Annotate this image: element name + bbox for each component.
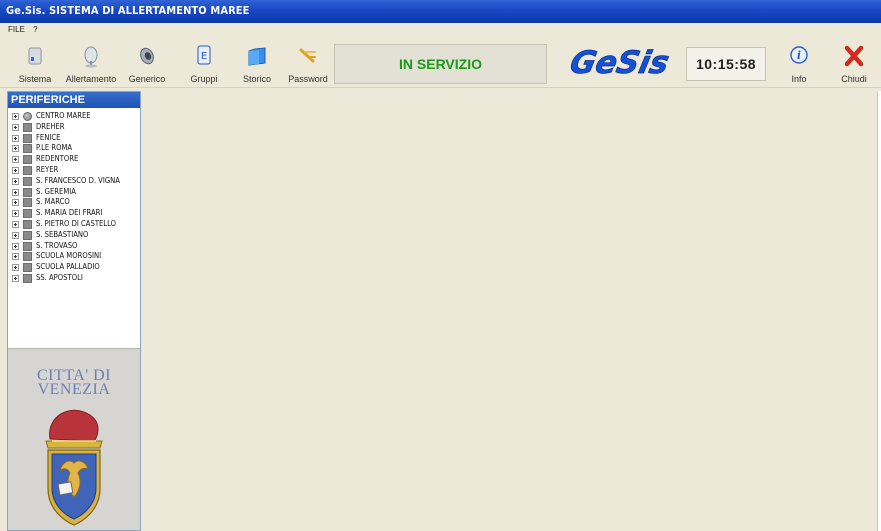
chiudi-button[interactable]: Chiudi <box>836 40 872 84</box>
svg-text:i: i <box>797 49 801 62</box>
tree-item[interactable]: FENICE <box>11 133 140 144</box>
tree-item[interactable]: S. MARCO <box>11 197 140 208</box>
station-node-icon <box>23 198 32 208</box>
expand-icon[interactable] <box>12 210 19 218</box>
venice-coat-of-arms-icon <box>45 409 103 526</box>
expand-icon[interactable] <box>12 134 19 142</box>
station-node-icon <box>23 187 32 197</box>
clock-display: 10:15:58 <box>686 47 766 81</box>
expand-icon[interactable] <box>12 199 19 207</box>
storico-button-label: Storico <box>242 74 271 84</box>
tree-item[interactable]: S. TROVASO <box>11 241 140 252</box>
expand-icon[interactable] <box>12 274 19 282</box>
tree-item[interactable]: SS. APOSTOLI <box>11 273 140 284</box>
city-name-text: CITTA' DI VENEZIA <box>8 368 140 398</box>
tree-item[interactable]: S. GEREMIA <box>11 187 140 198</box>
info-button-label: Info <box>791 74 807 84</box>
password-button[interactable]: Password <box>284 40 332 84</box>
station-node-icon <box>23 209 32 219</box>
close-icon <box>844 45 864 67</box>
alert-icon <box>84 46 98 68</box>
main-content-area <box>143 91 881 531</box>
tree-item[interactable]: SCUOLA MOROSINI <box>11 251 140 262</box>
expand-icon[interactable] <box>12 156 19 164</box>
station-node-icon <box>23 263 32 273</box>
tree-item[interactable]: REDENTORE <box>11 154 140 165</box>
groups-icon: E <box>197 45 211 65</box>
tree-item[interactable]: S. MARIA DEI FRARI <box>11 208 140 219</box>
menu-help[interactable]: ? <box>33 25 37 34</box>
expand-icon[interactable] <box>12 242 19 250</box>
tree-item[interactable]: P.LE ROMA <box>11 143 140 154</box>
expand-icon[interactable] <box>12 188 19 196</box>
station-node-icon <box>23 241 32 251</box>
right-edge-scrollbar[interactable] <box>877 91 881 531</box>
menu-bar: FILE ? <box>0 23 881 36</box>
station-node-icon <box>23 176 32 186</box>
allertamento-button[interactable]: Allertamento <box>62 40 120 84</box>
station-node-icon <box>23 273 32 283</box>
tree-item[interactable]: SCUOLA PALLADIO <box>11 262 140 273</box>
key-icon <box>299 48 316 63</box>
gesis-logo: GeSis <box>565 42 673 82</box>
generico-button[interactable]: Generico <box>124 40 170 84</box>
periferiche-header: PERIFERICHE <box>8 92 140 108</box>
station-node-icon <box>23 252 32 262</box>
gruppi-button[interactable]: E Gruppi <box>182 40 226 84</box>
speaker-icon <box>140 47 154 65</box>
expand-icon[interactable] <box>12 177 19 185</box>
app-window: Ge.Sis. SISTEMA DI ALLERTAMENTO MAREE FI… <box>0 0 881 531</box>
info-button[interactable]: i Info <box>782 40 816 84</box>
generico-button-label: Generico <box>128 74 166 84</box>
chiudi-button-label: Chiudi <box>841 74 867 84</box>
window-title-bar: Ge.Sis. SISTEMA DI ALLERTAMENTO MAREE <box>0 0 881 23</box>
expand-icon[interactable] <box>12 113 19 120</box>
tree-item[interactable]: DREHER <box>11 122 140 133</box>
station-node-icon <box>23 165 32 175</box>
sistema-button[interactable]: Sistema <box>12 40 58 84</box>
info-icon: i <box>790 46 808 64</box>
system-icon <box>28 47 42 65</box>
station-node-icon <box>23 133 32 143</box>
tree-item[interactable]: S. SEBASTIANO <box>11 230 140 241</box>
tree-item[interactable]: S. PIETRO DI CASTELLO <box>11 219 140 230</box>
station-node-icon <box>23 155 32 165</box>
sistema-button-label: Sistema <box>18 74 52 84</box>
city-crest-area: CITTA' DI VENEZIA <box>8 348 140 530</box>
tree-item[interactable]: CENTRO MAREE <box>11 111 140 122</box>
service-status: IN SERVIZIO <box>334 44 547 84</box>
station-node-icon <box>23 112 32 121</box>
expand-icon[interactable] <box>12 231 19 239</box>
window-title: Ge.Sis. SISTEMA DI ALLERTAMENTO MAREE <box>6 4 250 17</box>
expand-icon[interactable] <box>12 166 19 174</box>
expand-icon[interactable] <box>12 253 19 261</box>
gruppi-button-label: Gruppi <box>190 74 218 84</box>
expand-icon[interactable] <box>12 123 19 131</box>
periferiche-tree: CENTRO MAREE DREHER FENICE P.LE ROMA RED… <box>8 108 140 284</box>
svg-text:GeSis: GeSis <box>567 45 672 81</box>
folder-icon <box>248 47 266 66</box>
expand-icon[interactable] <box>12 145 19 153</box>
station-node-icon <box>23 122 32 132</box>
tree-item[interactable]: S. FRANCESCO D. VIGNA <box>11 176 140 187</box>
city-name-line-2: VENEZIA <box>37 381 111 398</box>
svg-text:E: E <box>201 51 207 62</box>
station-node-icon <box>23 144 32 154</box>
expand-icon[interactable] <box>12 264 19 272</box>
allertamento-button-label: Allertamento <box>65 74 117 84</box>
password-button-label: Password <box>288 74 328 84</box>
station-node-icon <box>23 219 32 229</box>
periferiche-panel: PERIFERICHE CENTRO MAREE DREHER FENICE P… <box>7 91 141 531</box>
station-node-icon <box>23 230 32 240</box>
storico-button[interactable]: Storico <box>236 40 278 84</box>
tree-item[interactable]: REYER <box>11 165 140 176</box>
menu-file[interactable]: FILE <box>8 25 25 34</box>
expand-icon[interactable] <box>12 220 19 228</box>
